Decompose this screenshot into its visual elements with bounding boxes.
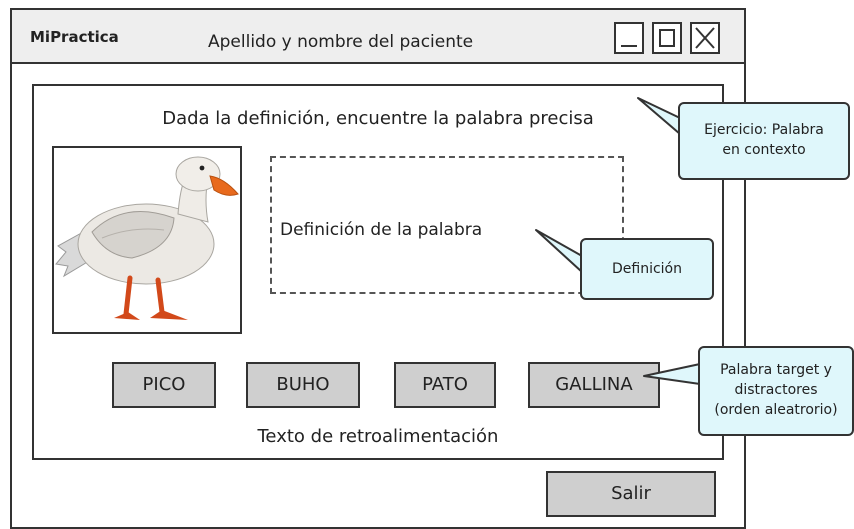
callout-line: Ejercicio: Palabra <box>704 122 824 138</box>
title-bar: MiPractica Apellido y nombre del pacient… <box>12 10 744 64</box>
maximize-button[interactable] <box>652 22 682 54</box>
exercise-type-callout: Ejercicio: Palabra en contexto <box>678 102 850 180</box>
definition-box: Definición de la palabra <box>270 156 624 294</box>
exercise-instruction: Dada la definición, encuentre la palabra… <box>162 108 594 129</box>
option-button[interactable]: PICO <box>112 362 216 408</box>
callout-line: (orden aleatrorio) <box>714 402 838 418</box>
app-name: MiPractica <box>30 28 119 46</box>
definition-placeholder: Definición de la palabra <box>280 220 483 240</box>
definition-callout: Definición <box>580 238 714 300</box>
exit-button[interactable]: Salir <box>546 471 716 517</box>
duck-image <box>55 156 239 320</box>
target-image <box>52 146 242 334</box>
feedback-text: Texto de retroalimentación <box>257 426 499 447</box>
patient-name-title: Apellido y nombre del paciente <box>208 32 474 52</box>
option-button[interactable]: PATO <box>394 362 496 408</box>
callout-line: en contexto <box>722 142 806 158</box>
close-icon <box>695 27 715 49</box>
close-button[interactable] <box>690 22 720 54</box>
options-callout: Palabra target y distractores (orden ale… <box>698 346 854 436</box>
option-button[interactable]: BUHO <box>246 362 360 408</box>
option-button[interactable]: GALLINA <box>528 362 660 408</box>
callout-line: Palabra target y <box>720 362 832 378</box>
minimize-button[interactable] <box>614 22 644 54</box>
callout-line: distractores <box>734 382 818 398</box>
